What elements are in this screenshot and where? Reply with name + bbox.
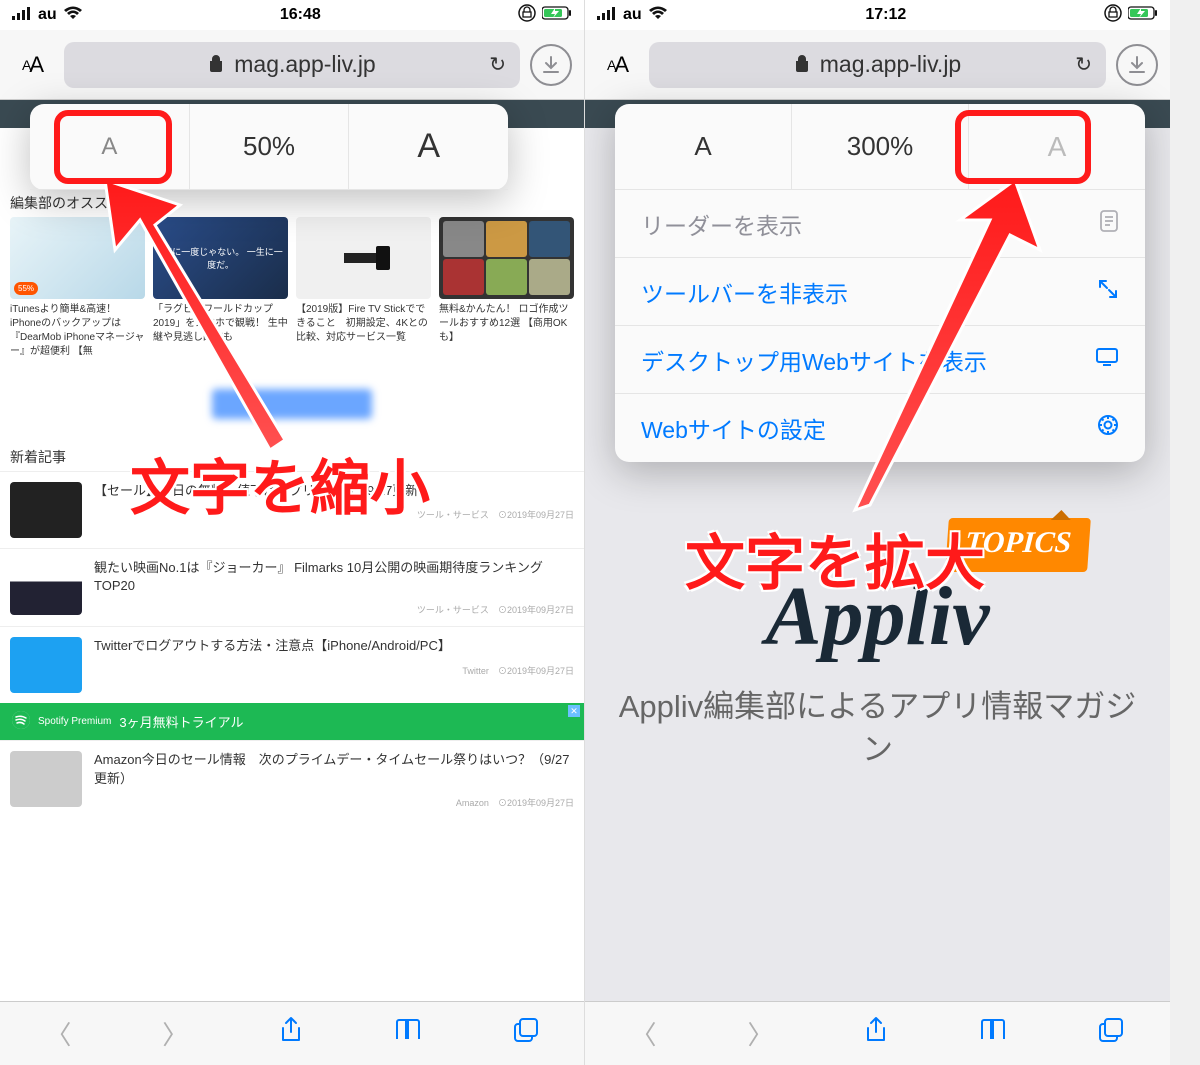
list-item[interactable]: 観たい映画No.1は『ジョーカー』 Filmarks 10月公開の映画期待度ラン…	[0, 548, 584, 626]
news-meta: Twitter ⊙2019年09月27日	[94, 664, 574, 677]
text-size-button[interactable]: AA	[12, 47, 54, 83]
ad-banner[interactable]: Spotify Premium 3ヶ月無料トライアル ✕	[0, 703, 584, 740]
featured-item[interactable]: 無料&かんたん！ ロゴ作成ツールおすすめ12選 【商用OKも】	[439, 217, 574, 359]
status-bar: au 16:48	[0, 0, 584, 30]
tabs-button[interactable]	[513, 1017, 539, 1050]
text-size-button[interactable]: AA	[597, 47, 639, 83]
lock-icon	[794, 51, 810, 78]
site-tagline: Appliv編集部によるアプリ情報マガジン	[585, 685, 1170, 772]
share-button[interactable]	[864, 1016, 888, 1051]
wifi-icon	[63, 6, 83, 25]
orientation-lock-icon	[1104, 4, 1122, 27]
share-button[interactable]	[279, 1016, 303, 1051]
wifi-icon	[648, 6, 668, 25]
back-button[interactable]: 〈	[45, 1015, 71, 1052]
gear-icon	[1097, 414, 1119, 442]
url-text: mag.app-liv.jp	[820, 51, 961, 78]
address-bar: AA mag.app-liv.jp ↻	[0, 30, 584, 100]
battery-icon	[542, 6, 572, 25]
annotation-arrow	[80, 180, 300, 460]
carrier-label: au	[623, 6, 642, 24]
ad-close-icon[interactable]: ✕	[568, 705, 580, 717]
phone-screenshot-left: au 16:48 AA mag.app-liv.jp ↻	[0, 0, 585, 1065]
news-meta: Amazon ⊙2019年09月27日	[94, 796, 574, 809]
forward-button[interactable]: 〉	[747, 1015, 773, 1052]
expand-icon	[1097, 278, 1119, 306]
news-meta: ツール・サービス ⊙2019年09月27日	[94, 603, 574, 616]
bookmarks-button[interactable]	[394, 1018, 422, 1049]
spotify-icon	[12, 711, 30, 732]
reload-icon[interactable]: ↻	[489, 52, 506, 77]
carrier-label: au	[38, 6, 57, 24]
signal-icon	[597, 6, 617, 25]
status-bar: au 17:12	[585, 0, 1170, 30]
forward-button[interactable]: 〉	[162, 1015, 188, 1052]
address-bar: AA mag.app-liv.jp ↻	[585, 30, 1170, 100]
news-title: 観たい映画No.1は『ジョーカー』 Filmarks 10月公開の映画期待度ラン…	[94, 559, 574, 595]
list-item[interactable]: Amazon今日のセール情報 次のプライムデー・タイムセール祭りはいつ？（9/2…	[0, 740, 584, 818]
back-button[interactable]: 〈	[630, 1015, 656, 1052]
lock-icon	[208, 51, 224, 78]
featured-item[interactable]: 【2019版】Fire TV Stickでできること 初期設定、4Kとの比較、対…	[296, 217, 431, 359]
featured-title: 無料&かんたん！ ロゴ作成ツールおすすめ12選 【商用OKも】	[439, 303, 574, 345]
annotation-arrow	[835, 180, 1055, 520]
ad-brand: Spotify Premium	[38, 716, 111, 727]
menu-label: ツールバーを非表示	[641, 275, 848, 309]
news-title: Twitterでログアウトする方法・注意点【iPhone/Android/PC】	[94, 637, 574, 655]
news-thumb	[10, 751, 82, 807]
tabs-button[interactable]	[1098, 1017, 1124, 1050]
zoom-percent[interactable]: 50%	[190, 104, 350, 189]
downloads-button[interactable]	[1116, 44, 1158, 86]
list-item[interactable]: Twitterでログアウトする方法・注意点【iPhone/Android/PC】…	[0, 626, 584, 703]
annotation-text: 文字を縮小	[130, 440, 430, 527]
zoom-percent[interactable]: 300%	[792, 104, 969, 189]
bookmarks-button[interactable]	[979, 1018, 1007, 1049]
news-thumb	[10, 482, 82, 538]
signal-icon	[12, 6, 32, 25]
url-text: mag.app-liv.jp	[234, 51, 375, 78]
document-icon	[1099, 210, 1119, 238]
phone-screenshot-right: au 17:12 AA mag.app-liv.jp ↻	[585, 0, 1170, 1065]
zoom-out-button[interactable]: A	[615, 104, 792, 189]
news-thumb	[10, 559, 82, 615]
news-thumb	[10, 637, 82, 693]
url-field[interactable]: mag.app-liv.jp ↻	[649, 42, 1106, 88]
safari-toolbar: 〈 〉	[0, 1001, 584, 1065]
desktop-icon	[1095, 347, 1119, 373]
annotation-text: 文字を拡大	[685, 515, 985, 602]
news-title: Amazon今日のセール情報 次のプライムデー・タイムセール祭りはいつ？（9/2…	[94, 751, 574, 787]
zoom-in-button[interactable]: A	[349, 104, 508, 189]
reload-icon[interactable]: ↻	[1075, 52, 1092, 77]
sale-badge: 55%	[14, 282, 38, 295]
clock-label: 17:12	[865, 6, 906, 24]
orientation-lock-icon	[518, 4, 536, 27]
clock-label: 16:48	[280, 6, 321, 24]
menu-label: Webサイトの設定	[641, 411, 826, 445]
featured-thumb	[296, 217, 431, 299]
safari-toolbar: 〈 〉	[585, 1001, 1170, 1065]
annotation-highlight	[54, 110, 172, 184]
battery-icon	[1128, 6, 1158, 25]
menu-label: リーダーを表示	[641, 207, 802, 241]
annotation-highlight	[955, 110, 1091, 184]
url-field[interactable]: mag.app-liv.jp ↻	[64, 42, 520, 88]
downloads-button[interactable]	[530, 44, 572, 86]
ad-text: 3ヶ月無料トライアル	[119, 712, 243, 731]
featured-title: 【2019版】Fire TV Stickでできること 初期設定、4Kとの比較、対…	[296, 303, 431, 345]
featured-thumb	[439, 217, 574, 299]
